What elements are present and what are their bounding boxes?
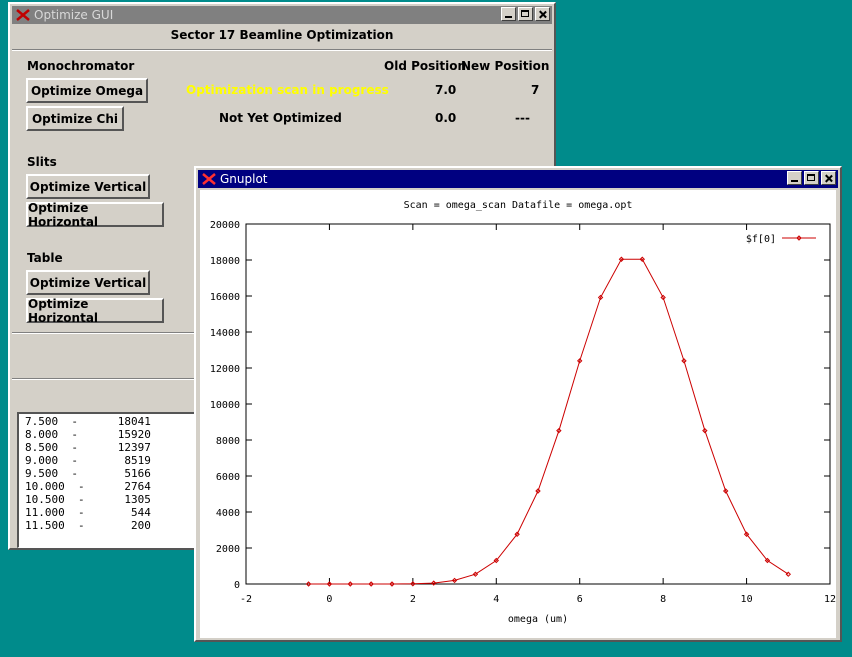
plot-border <box>245 223 831 585</box>
gnuplot-window: Gnuplot 0 2000 4000 6000 8000 10000 12000 14000… <box>194 166 842 642</box>
y-tick-label: 16000 <box>210 292 240 303</box>
log-line: 11.500 - 200 <box>25 519 151 532</box>
y-tick-label: 6000 <box>216 472 240 483</box>
x-tick-label: 0 <box>326 594 332 605</box>
scan-log-textbox[interactable]: 7.500 - 18041 8.000 - 15920 8.500 - 12397 9… <box>17 412 207 548</box>
chi-status: Not Yet Optimized <box>219 111 342 125</box>
log-line: 9.500 - 5166 <box>25 467 151 480</box>
series-line <box>308 258 789 585</box>
y-tick-label: 2000 <box>216 544 240 555</box>
maximize-icon[interactable] <box>804 171 819 185</box>
log-line: 10.500 - 1305 <box>25 493 151 506</box>
slits-optimize-horizontal-button[interactable]: Optimize Horizontal <box>26 201 164 229</box>
chi-old-position: 0.0 <box>435 111 457 125</box>
y-tick-label: 18000 <box>210 256 240 267</box>
y-tick-label: 10000 <box>210 400 240 411</box>
y-tick-label: 4000 <box>216 508 240 519</box>
window-title: Optimize GUI <box>34 8 114 22</box>
divider <box>12 49 552 51</box>
y-tick-label: 20000 <box>210 220 240 231</box>
x-axis-label: omega (um) <box>508 614 568 625</box>
x-tick-label: 6 <box>577 594 583 605</box>
slits-optimize-vertical-button[interactable]: Optimize Vertical <box>26 174 150 199</box>
x-logo-icon <box>16 9 30 21</box>
plot-area: 0 2000 4000 6000 8000 10000 12000 14000 16000 180… <box>200 190 836 638</box>
x-tick-label: 2 <box>410 594 416 605</box>
page-title: Sector 17 Beamline Optimization <box>170 28 394 42</box>
y-tick-label: 8000 <box>216 436 240 447</box>
optimize-omega-button[interactable]: Optimize Omega <box>26 78 148 103</box>
x-tick-label: 8 <box>660 594 666 605</box>
chi-new-position: --- <box>515 111 530 125</box>
omega-scan-chart: 0 2000 4000 6000 8000 10000 12000 14000 16000 180… <box>210 200 836 625</box>
close-icon[interactable] <box>821 171 836 185</box>
y-tick-label: 12000 <box>210 364 240 375</box>
optimize-gui-titlebar[interactable]: Optimize GUI <box>12 6 552 24</box>
log-line: 9.000 - 8519 <box>25 454 151 467</box>
omega-status: Optimization scan in progress <box>186 83 389 97</box>
old-position-header: Old Position <box>384 59 467 73</box>
log-line: 11.000 - 544 <box>25 506 151 519</box>
maximize-icon[interactable] <box>518 7 533 21</box>
log-line: 10.000 - 2764 <box>25 480 151 493</box>
log-line: 8.000 - 15920 <box>25 428 151 441</box>
x-logo-icon <box>202 173 216 185</box>
minimize-icon[interactable] <box>501 7 516 21</box>
table-label: Table <box>27 251 63 265</box>
window-title: Gnuplot <box>220 172 268 186</box>
table-optimize-horizontal-button[interactable]: Optimize Horizontal <box>26 297 164 325</box>
x-tick-label: -2 <box>240 594 252 605</box>
close-icon[interactable] <box>535 7 550 21</box>
x-tick-label: 4 <box>493 594 499 605</box>
omega-old-position: 7.0 <box>435 83 457 97</box>
slits-label: Slits <box>27 155 57 169</box>
omega-new-position: 7 <box>531 83 540 97</box>
legend-label: $f[0] <box>746 234 776 245</box>
monochromator-label: Monochromator <box>27 59 135 73</box>
table-optimize-vertical-button[interactable]: Optimize Vertical <box>26 270 150 295</box>
gnuplot-titlebar[interactable]: Gnuplot <box>198 170 838 188</box>
y-tick-label: 0 <box>234 580 240 591</box>
new-position-header: New Position <box>461 59 550 73</box>
log-line: 7.500 - 18041 <box>25 415 151 428</box>
x-tick-label: 12 <box>824 594 836 605</box>
log-line: 8.500 - 12397 <box>25 441 151 454</box>
optimize-chi-button[interactable]: Optimize Chi <box>26 106 124 131</box>
minimize-icon[interactable] <box>787 171 802 185</box>
x-tick-label: 10 <box>741 594 753 605</box>
chart-title: Scan = omega_scan Datafile = omega.opt <box>404 200 633 211</box>
y-tick-label: 14000 <box>210 328 240 339</box>
